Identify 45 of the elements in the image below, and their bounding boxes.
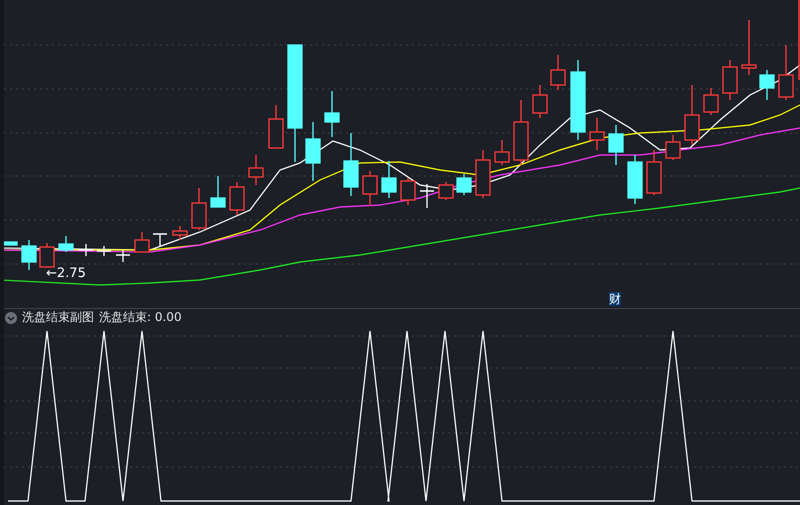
candlestick (191, 188, 207, 230)
candlestick (21, 240, 37, 270)
candlestick (438, 182, 454, 200)
candlestick (39, 243, 55, 268)
candlestick (305, 122, 321, 181)
price-label: ←2.75 (46, 266, 86, 281)
candlestick (97, 246, 111, 256)
candlestick (741, 20, 757, 75)
collapse-icon[interactable] (5, 312, 17, 324)
candlestick (116, 250, 130, 262)
candlestick (362, 171, 378, 206)
candlestick (134, 232, 150, 253)
candlestick (153, 233, 167, 246)
candlestick (684, 85, 700, 145)
candlestick (79, 244, 93, 256)
candlestick (608, 125, 624, 165)
candlestick (58, 236, 74, 252)
candlestick (665, 135, 681, 160)
candlestick (513, 100, 529, 165)
candlestick (172, 226, 188, 240)
candlestick (456, 174, 472, 195)
candlestick (420, 184, 434, 208)
candlestick (703, 88, 719, 115)
candlestick (248, 155, 264, 185)
candlestick (324, 91, 340, 137)
candlestick (343, 133, 359, 196)
event-marker[interactable]: 财 (609, 292, 621, 306)
candlestick (778, 45, 794, 100)
indicator-readout: 洗盘结束: 0.00 (99, 309, 182, 326)
candlestick (475, 150, 491, 198)
indicator-title: 洗盘结束副图 (22, 309, 94, 326)
candlestick (210, 176, 226, 208)
candlestick (381, 161, 397, 198)
candlestick (4, 241, 18, 246)
candlestick (494, 140, 510, 165)
candlestick (759, 70, 775, 100)
candlestick (627, 155, 643, 204)
candlestick (400, 178, 416, 205)
candlestick (268, 105, 284, 149)
candlestick (722, 60, 738, 100)
candlestick (550, 55, 566, 90)
candlestick (229, 182, 245, 215)
candlestick (589, 118, 605, 150)
candlestick (532, 85, 548, 118)
candlestick (646, 150, 662, 195)
